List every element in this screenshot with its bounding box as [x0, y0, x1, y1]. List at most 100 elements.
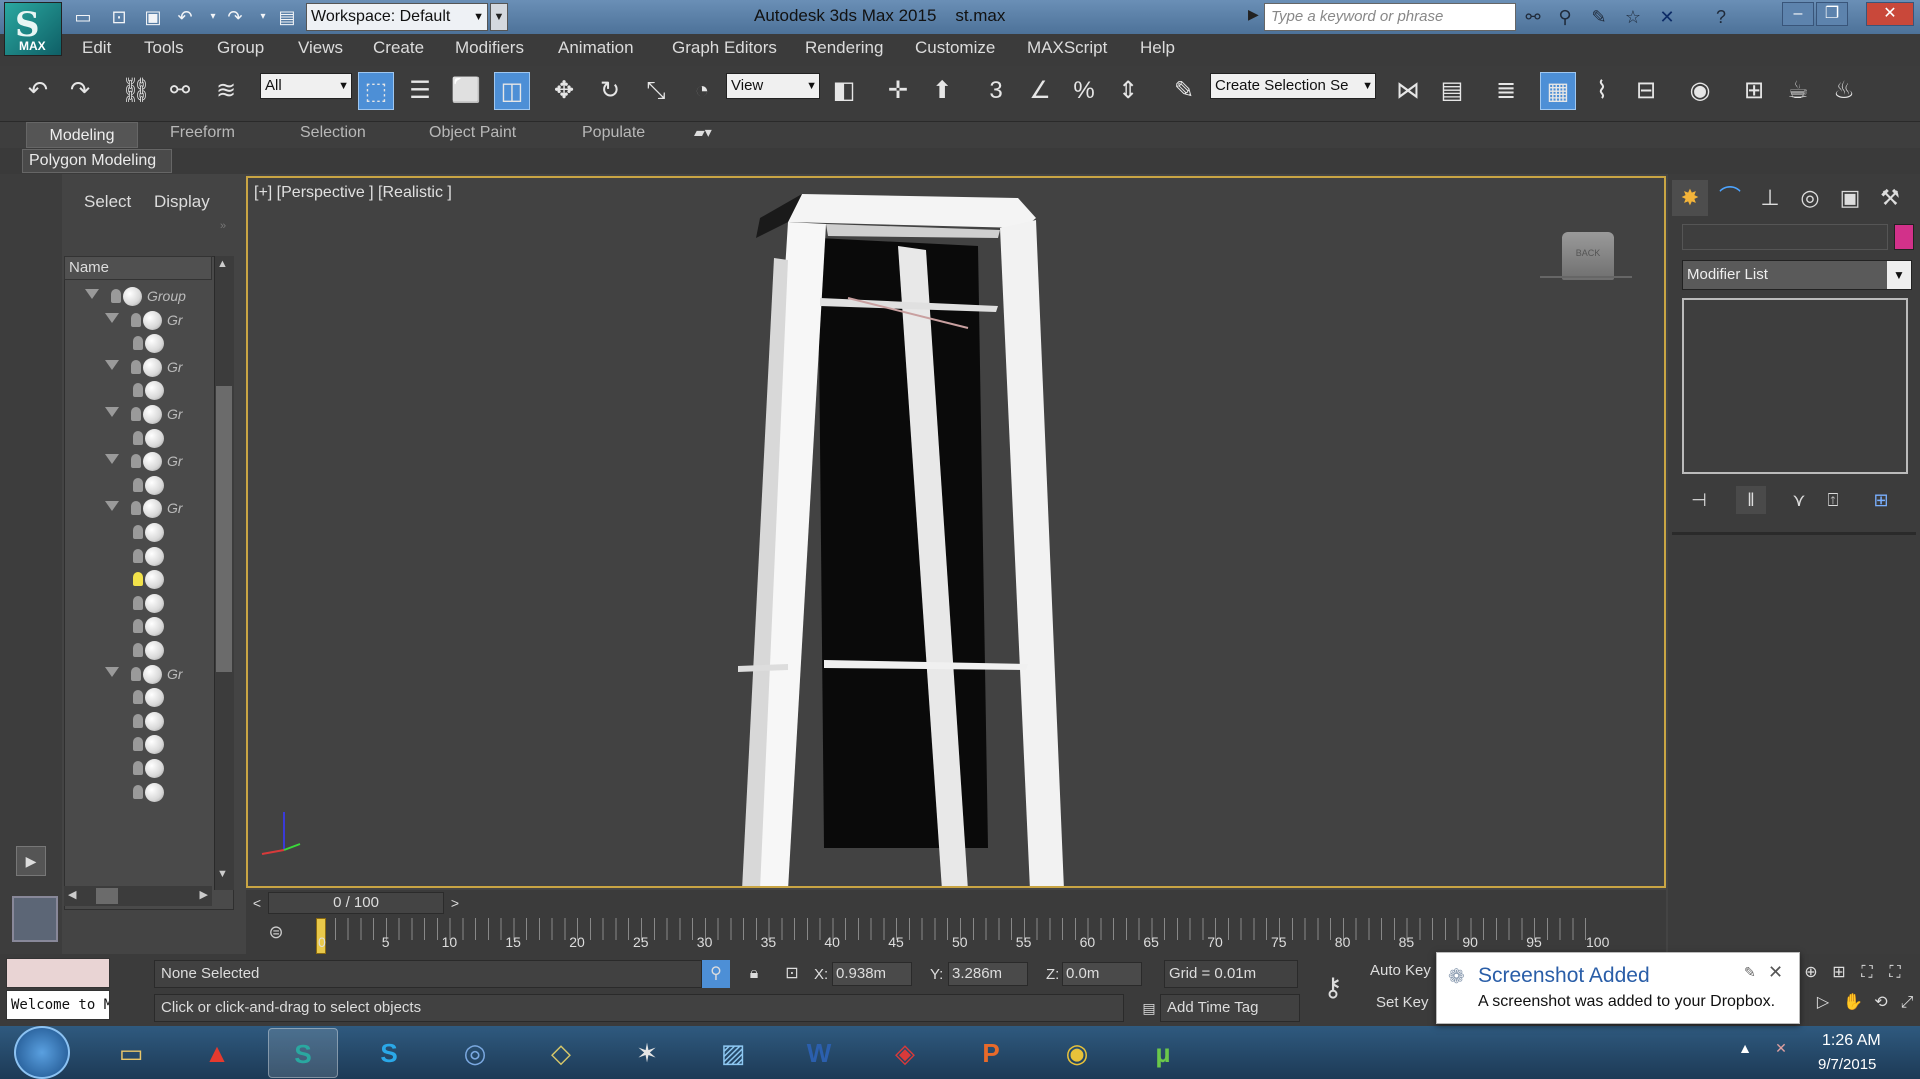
- named-selection-set-dropdown[interactable]: Create Selection Se ▼: [1210, 73, 1376, 99]
- scroll-up-icon[interactable]: ▲: [217, 258, 228, 270]
- 3ds-max-icon[interactable]: S: [268, 1028, 338, 1078]
- make-unique-icon[interactable]: ⋎: [1784, 486, 1814, 514]
- menu-views[interactable]: Views: [298, 38, 343, 58]
- menu-maxscript[interactable]: MAXScript: [1027, 38, 1107, 58]
- layer-manager-icon[interactable]: ≣: [1488, 72, 1524, 110]
- utilities-tab-icon[interactable]: ⚒: [1872, 180, 1908, 216]
- light-bulb-icon[interactable]: [133, 690, 143, 705]
- light-bulb-icon[interactable]: [131, 359, 141, 374]
- scroll-left-icon[interactable]: ◀: [68, 888, 76, 901]
- explorer-group-row[interactable]: Group: [65, 285, 215, 309]
- menu-edit[interactable]: Edit: [82, 38, 111, 58]
- explorer-object-row[interactable]: [65, 521, 215, 545]
- select-by-name-icon[interactable]: ☰: [402, 72, 438, 110]
- material-editor-icon[interactable]: ◉: [1682, 72, 1718, 110]
- redo-icon[interactable]: ↷: [222, 5, 248, 29]
- quick-access-customize-icon[interactable]: ▼: [490, 3, 508, 31]
- remove-modifier-icon[interactable]: ⍐: [1818, 486, 1848, 514]
- rectangular-selection-icon[interactable]: ⬜: [448, 72, 484, 110]
- photos-icon[interactable]: ▨: [698, 1028, 768, 1078]
- explorer-object-row[interactable]: [65, 781, 215, 805]
- selection-lock-icon[interactable]: 🔒︎: [740, 960, 768, 988]
- modifier-list-dropdown[interactable]: Modifier List ▼: [1682, 260, 1912, 290]
- auto-key-button[interactable]: Auto Key: [1370, 962, 1440, 988]
- workspace-dropdown[interactable]: Workspace: Default ▼: [306, 3, 488, 31]
- light-bulb-icon[interactable]: [133, 761, 143, 775]
- expand-toggle-icon[interactable]: [85, 289, 99, 299]
- explorer-group-row[interactable]: Gr: [65, 356, 215, 380]
- explorer-object-row[interactable]: [65, 686, 215, 710]
- menu-create[interactable]: Create: [373, 38, 424, 58]
- add-time-tag-button[interactable]: Add Time Tag: [1160, 994, 1300, 1022]
- minimize-icon[interactable]: –: [1782, 2, 1814, 26]
- communication-center-icon[interactable]: ✎: [1586, 5, 1612, 29]
- light-bulb-icon[interactable]: [133, 595, 143, 610]
- wrench-icon[interactable]: ✎: [1744, 964, 1756, 981]
- snaps-toggle-icon[interactable]: 3: [978, 72, 1014, 110]
- y-coordinate-field[interactable]: 3.286m: [948, 962, 1028, 986]
- explorer-group-row[interactable]: Gr: [65, 403, 215, 427]
- curve-editor-mini-icon[interactable]: ⊜: [262, 922, 290, 948]
- time-slider[interactable]: 0 / 100: [268, 892, 444, 914]
- render-setup-icon[interactable]: ⊞: [1736, 72, 1772, 110]
- close-icon[interactable]: ✕: [1866, 2, 1914, 26]
- explorer-group-row[interactable]: Gr: [65, 497, 215, 521]
- ribbon-tab-modeling[interactable]: Modeling: [26, 122, 138, 148]
- hierarchy-tab-icon[interactable]: ⊥: [1752, 180, 1788, 216]
- isolate-selection-icon[interactable]: ⚲: [702, 960, 730, 988]
- new-file-icon[interactable]: ▭: [70, 5, 96, 29]
- viewcube[interactable]: BACK: [1562, 232, 1614, 280]
- expand-toggle-icon[interactable]: [105, 501, 119, 512]
- undo-icon[interactable]: ↶: [20, 72, 56, 110]
- select-object-icon[interactable]: ⬚: [358, 72, 394, 110]
- skype-icon[interactable]: S: [354, 1028, 424, 1078]
- powerpoint-icon[interactable]: P: [956, 1028, 1026, 1078]
- x-coordinate-field[interactable]: 0.938m: [832, 962, 912, 986]
- explorer-group-row[interactable]: Gr: [65, 450, 215, 474]
- viewport-layout-icon[interactable]: [12, 896, 58, 942]
- menu-animation[interactable]: Animation: [558, 38, 634, 58]
- light-bulb-icon[interactable]: [133, 336, 143, 351]
- motion-tab-icon[interactable]: ◎: [1792, 180, 1828, 216]
- configure-modifier-sets-icon[interactable]: ⊞: [1866, 486, 1896, 514]
- folder-icon[interactable]: ◇: [526, 1028, 596, 1078]
- light-bulb-icon[interactable]: [133, 525, 143, 539]
- info-center-expand-icon[interactable]: ▶: [1248, 6, 1259, 23]
- window-crossing-icon[interactable]: ◫: [494, 72, 530, 110]
- explorer-object-row[interactable]: [65, 427, 215, 451]
- zoom-extents-icon[interactable]: ⛶: [1854, 960, 1880, 986]
- play-icon[interactable]: ▶: [16, 846, 46, 876]
- viewcube-compass[interactable]: [1540, 276, 1632, 278]
- perspective-viewport[interactable]: [246, 176, 1666, 888]
- modify-tab-icon[interactable]: ⌒: [1712, 180, 1748, 216]
- light-bulb-icon[interactable]: [131, 312, 141, 327]
- align-icon[interactable]: ▤: [1434, 72, 1470, 110]
- set-key-icon[interactable]: ⚷: [1308, 962, 1358, 1012]
- maximize-viewport-icon[interactable]: ⤢: [1894, 990, 1920, 1016]
- schematic-view-icon[interactable]: ⊟: [1628, 72, 1664, 110]
- absolute-mode-icon[interactable]: ⊡: [778, 960, 806, 988]
- reference-coordinate-dropdown[interactable]: View ▼: [726, 73, 820, 99]
- explorer-tab-select[interactable]: Select: [84, 192, 131, 212]
- subscription-icon[interactable]: ⚲: [1552, 5, 1578, 29]
- explorer-object-row[interactable]: [65, 545, 215, 569]
- exchange-icon[interactable]: ✕: [1654, 5, 1680, 29]
- show-end-result-icon[interactable]: ‖: [1736, 486, 1766, 514]
- redo-icon[interactable]: ↷: [62, 72, 98, 110]
- select-and-link-icon[interactable]: ⛓: [118, 72, 154, 110]
- name-column-header[interactable]: Name: [64, 256, 212, 280]
- favorites-star-icon[interactable]: ☆: [1620, 5, 1646, 29]
- scene-explorer-toggle-icon[interactable]: ▦: [1540, 72, 1576, 110]
- time-slider-next[interactable]: >: [444, 892, 466, 914]
- zoom-icon[interactable]: ⊕: [1798, 960, 1824, 986]
- menu-rendering[interactable]: Rendering: [805, 38, 883, 58]
- viewport-label-menu[interactable]: [+] [Perspective ] [Realistic ]: [254, 184, 452, 202]
- expand-toggle-icon[interactable]: [105, 312, 119, 323]
- selection-filter-dropdown[interactable]: All ▼: [260, 73, 352, 99]
- manipulate-icon[interactable]: ✛: [880, 72, 916, 110]
- light-bulb-icon[interactable]: [131, 501, 141, 516]
- binoculars-icon[interactable]: ⚯: [1520, 5, 1546, 29]
- explorer-object-row[interactable]: [65, 592, 215, 616]
- undo-icon[interactable]: ↶: [172, 5, 198, 29]
- network-icon[interactable]: ✕: [1770, 1040, 1792, 1062]
